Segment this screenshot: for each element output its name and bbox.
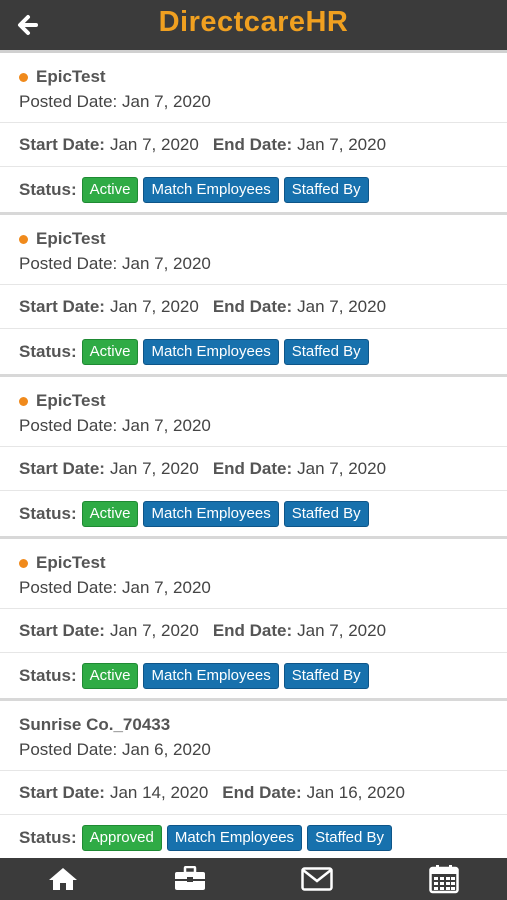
job-info-row: EpicTest Posted Date: Jan 7, 2020 — [0, 215, 507, 285]
job-name[interactable]: EpicTest — [36, 391, 106, 411]
end-date-value: Jan 7, 2020 — [297, 296, 387, 316]
match-employees-button[interactable]: Match Employees — [143, 338, 279, 365]
job-card: EpicTest Posted Date: Jan 7, 2020 Start … — [0, 539, 507, 701]
start-date-label: Start Date: — [19, 782, 105, 802]
date-range-row: Start Date: Jan 14, 2020 End Date: Jan 16,… — [0, 771, 507, 815]
posted-date: Posted Date: Jan 7, 2020 — [19, 578, 488, 598]
staffed-by-button[interactable]: Staffed By — [307, 824, 392, 851]
date-range-row: Start Date: Jan 7, 2020 End Date: Jan 7, 2… — [0, 447, 507, 491]
status-row: Status: Active Match Employees Staffed B… — [0, 167, 507, 212]
nav-jobs[interactable] — [127, 858, 254, 900]
nav-calendar[interactable] — [380, 858, 507, 900]
posted-value: Jan 6, 2020 — [122, 740, 211, 759]
end-date-value: Jan 16, 2020 — [306, 782, 405, 802]
posted-date: Posted Date: Jan 6, 2020 — [19, 740, 488, 760]
posted-label: Posted Date: — [19, 92, 118, 111]
status-badge[interactable]: Active — [81, 662, 139, 689]
end-date-value: Jan 7, 2020 — [297, 458, 387, 478]
posted-value: Jan 7, 2020 — [122, 92, 211, 111]
date-range-row: Start Date: Jan 7, 2020 End Date: Jan 7, 2… — [0, 123, 507, 167]
staffed-by-button[interactable]: Staffed By — [283, 338, 369, 365]
posted-date: Posted Date: Jan 7, 2020 — [19, 416, 488, 436]
start-date-label: Start Date: — [19, 620, 105, 640]
job-card: Sunrise Co._70433 Posted Date: Jan 6, 20… — [0, 701, 507, 858]
end-date-value: Jan 7, 2020 — [297, 134, 387, 154]
start-date-value: Jan 14, 2020 — [109, 782, 209, 802]
mail-icon — [301, 867, 333, 891]
status-dot — [19, 72, 28, 82]
date-range-row: Start Date: Jan 7, 2020 End Date: Jan 7, 2… — [0, 609, 507, 653]
status-label: Status: — [19, 827, 77, 847]
end-date-label: End Date: — [212, 458, 293, 478]
posted-date: Posted Date: Jan 7, 2020 — [19, 92, 488, 112]
job-card: EpicTest Posted Date: Jan 7, 2020 Start … — [0, 377, 507, 539]
job-card: EpicTest Posted Date: Jan 7, 2020 Start … — [0, 53, 507, 215]
nav-home[interactable] — [0, 858, 127, 900]
job-card: EpicTest Posted Date: Jan 7, 2020 Start … — [0, 215, 507, 377]
start-date-label: Start Date: — [19, 458, 105, 478]
status-dot — [19, 396, 28, 406]
home-icon — [49, 868, 78, 890]
job-name[interactable]: Sunrise Co._70433 — [19, 715, 170, 735]
status-badge[interactable]: Active — [81, 500, 139, 527]
status-row: Status: Active Match Employees Staffed B… — [0, 491, 507, 536]
match-employees-button[interactable]: Match Employees — [143, 176, 279, 203]
posted-value: Jan 7, 2020 — [122, 578, 211, 597]
posted-label: Posted Date: — [19, 416, 118, 435]
date-range-row: Start Date: Jan 7, 2020 End Date: Jan 7, 2… — [0, 285, 507, 329]
job-name[interactable]: EpicTest — [36, 67, 106, 87]
start-date-value: Jan 7, 2020 — [109, 458, 199, 478]
start-date-value: Jan 7, 2020 — [109, 296, 199, 316]
job-info-row: Sunrise Co._70433 Posted Date: Jan 6, 20… — [0, 701, 507, 771]
match-employees-button[interactable]: Match Employees — [143, 662, 279, 689]
job-info-row: EpicTest Posted Date: Jan 7, 2020 — [0, 53, 507, 123]
status-badge[interactable]: Active — [81, 176, 139, 203]
job-name[interactable]: EpicTest — [36, 229, 106, 249]
posted-date: Posted Date: Jan 7, 2020 — [19, 254, 488, 274]
status-label: Status: — [19, 179, 77, 199]
status-label: Status: — [19, 341, 77, 361]
staffed-by-button[interactable]: Staffed By — [283, 500, 369, 527]
job-info-row: EpicTest Posted Date: Jan 7, 2020 — [0, 377, 507, 447]
job-list: EpicTest Posted Date: Jan 7, 2020 Start … — [0, 53, 507, 858]
app-title: DirectcareHR — [158, 6, 349, 38]
status-dot — [19, 558, 28, 568]
status-row: Status: Active Match Employees Staffed B… — [0, 329, 507, 374]
match-employees-button[interactable]: Match Employees — [166, 824, 303, 851]
briefcase-icon — [175, 866, 206, 890]
staffed-by-button[interactable]: Staffed By — [283, 176, 369, 203]
staffed-by-button[interactable]: Staffed By — [283, 662, 369, 689]
status-row: Status: Active Match Employees Staffed B… — [0, 653, 507, 698]
posted-value: Jan 7, 2020 — [122, 254, 211, 273]
end-date-label: End Date: — [212, 296, 293, 316]
posted-label: Posted Date: — [19, 254, 118, 273]
status-row: Status: Approved Match Employees Staffed… — [0, 815, 507, 858]
posted-label: Posted Date: — [19, 740, 118, 759]
posted-value: Jan 7, 2020 — [122, 416, 211, 435]
match-employees-button[interactable]: Match Employees — [143, 500, 279, 527]
status-badge[interactable]: Active — [81, 338, 139, 365]
app-header: DirectcareHR — [0, 0, 507, 53]
start-date-value: Jan 7, 2020 — [109, 620, 199, 640]
status-label: Status: — [19, 665, 77, 685]
calendar-icon — [428, 865, 459, 894]
status-dot — [19, 234, 28, 244]
job-name[interactable]: EpicTest — [36, 553, 106, 573]
job-info-row: EpicTest Posted Date: Jan 7, 2020 — [0, 539, 507, 609]
bottom-nav — [0, 858, 507, 900]
end-date-label: End Date: — [222, 782, 302, 802]
status-badge[interactable]: Approved — [81, 824, 162, 851]
end-date-value: Jan 7, 2020 — [297, 620, 387, 640]
status-label: Status: — [19, 503, 77, 523]
start-date-label: Start Date: — [19, 296, 105, 316]
end-date-label: End Date: — [212, 134, 293, 154]
nav-messages[interactable] — [254, 858, 381, 900]
posted-label: Posted Date: — [19, 578, 118, 597]
start-date-value: Jan 7, 2020 — [109, 134, 199, 154]
end-date-label: End Date: — [212, 620, 293, 640]
start-date-label: Start Date: — [19, 134, 105, 154]
